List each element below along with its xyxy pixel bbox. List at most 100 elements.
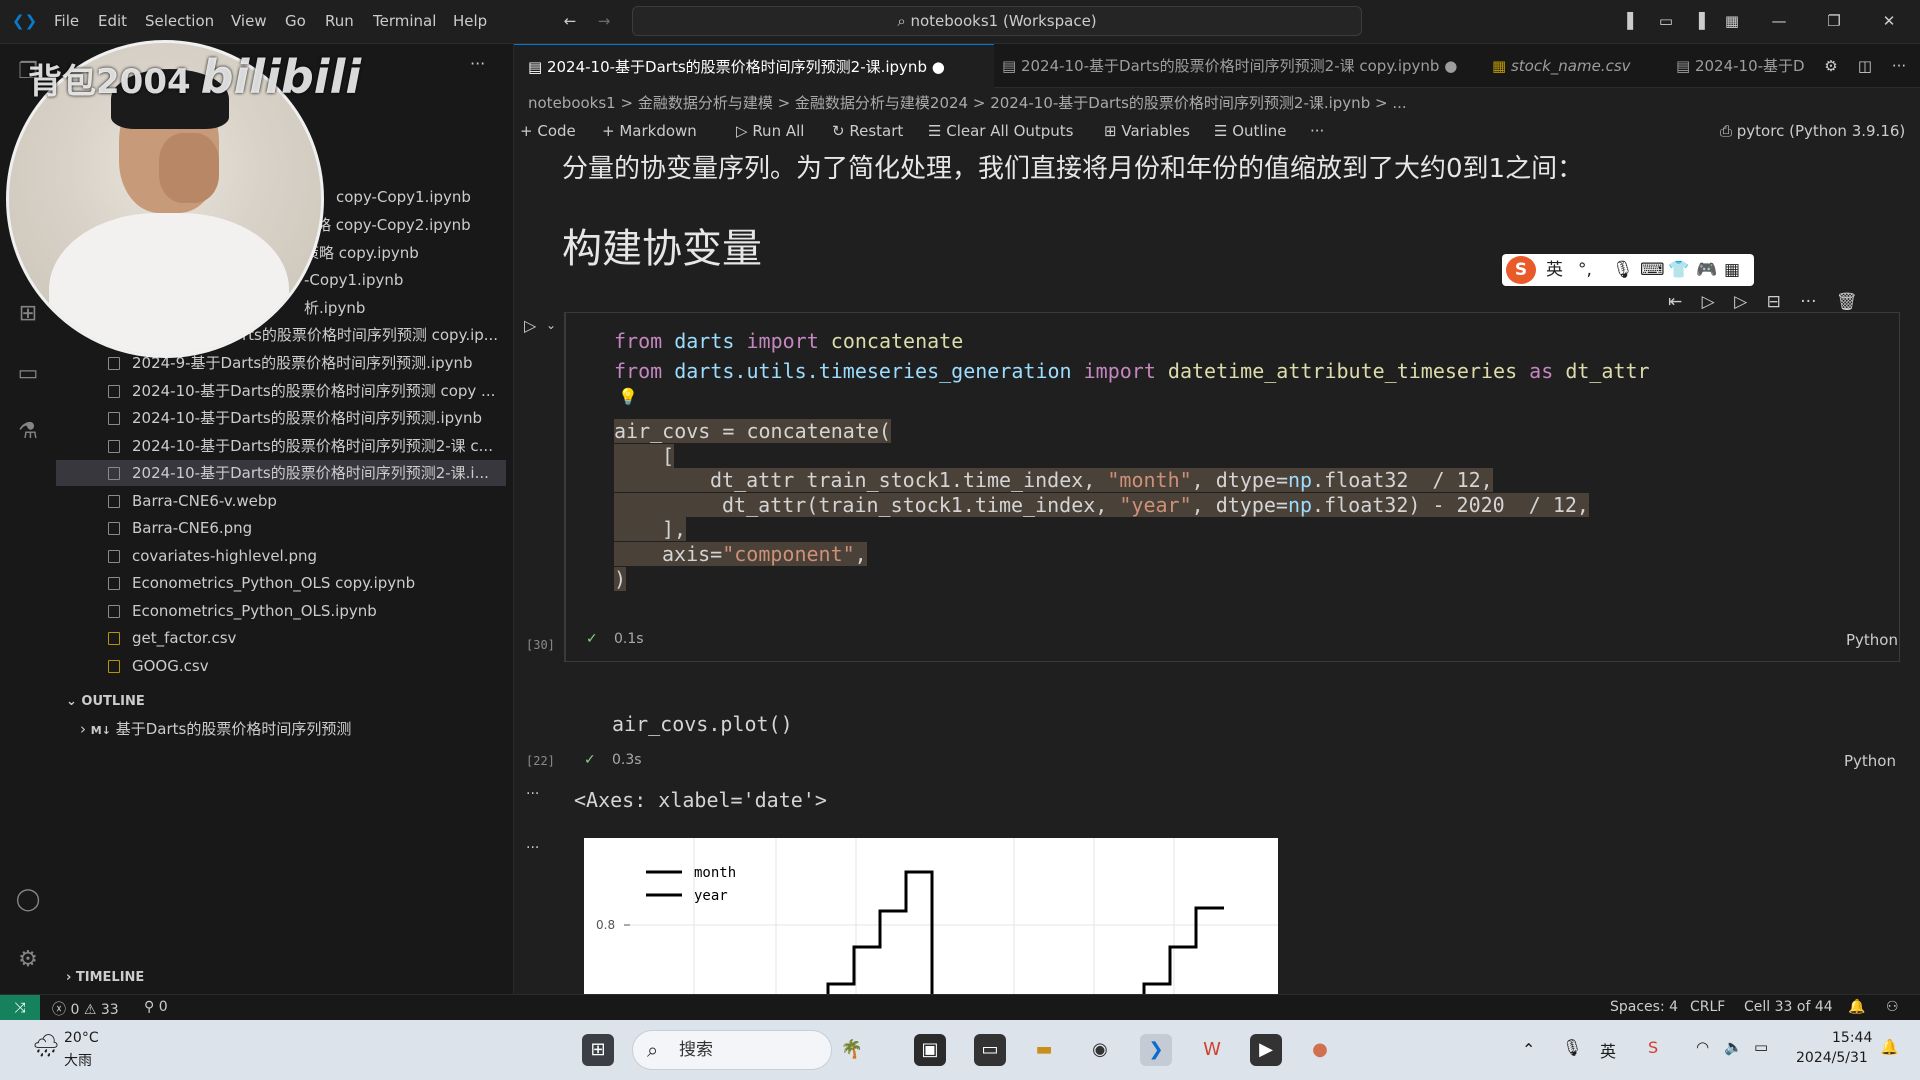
search-highlight-icon[interactable]: 🌴 (836, 1034, 868, 1066)
timeline-section-header[interactable]: › TIMELINE (66, 970, 144, 985)
menu-help[interactable]: Help (453, 12, 487, 30)
problems-indicator[interactable]: ⓧ 0 ⚠ 33 (52, 999, 119, 1019)
weather-description[interactable]: 大雨 (64, 1050, 92, 1070)
extensions-icon[interactable]: ⊞ (14, 300, 42, 328)
clear-all-outputs-button[interactable]: ☰ Clear All Outputs (928, 122, 1074, 140)
ime-punctuation[interactable]: °, (1578, 254, 1592, 286)
file-item[interactable]: GOOG.csv (56, 653, 506, 679)
menu-selection[interactable]: Selection (145, 12, 214, 30)
menu-run[interactable]: Run (325, 12, 354, 30)
toggle-secondary-sidebar-icon[interactable]: ▐ (1690, 12, 1708, 30)
close-icon[interactable]: ✕ (1880, 12, 1898, 30)
testing-icon[interactable]: ⚗ (14, 418, 42, 446)
gear-icon[interactable]: ⚙ (1822, 57, 1840, 75)
file-item[interactable]: 2024-10-基于Darts的股票价格时间序列预测2-课 c... (56, 433, 506, 459)
cell-more-icon[interactable]: ··· (1800, 292, 1816, 312)
media-app-icon[interactable]: ▶ (1250, 1034, 1282, 1066)
chevron-down-icon[interactable]: ⌄ (546, 318, 556, 332)
weather-temperature[interactable]: 20°C (64, 1030, 99, 1046)
customize-layout-icon[interactable]: ▦ (1723, 12, 1741, 30)
cell-language[interactable]: Python (1846, 631, 1898, 649)
add-markdown-cell-button[interactable]: + Markdown (602, 122, 697, 140)
volume-icon[interactable]: 🔈 (1724, 1038, 1743, 1056)
toolbar-more-button[interactable]: ··· (1310, 122, 1324, 140)
keyboard-icon[interactable]: ⌨ (1640, 254, 1665, 286)
terminal-app-icon[interactable]: ▭ (974, 1034, 1006, 1066)
chevron-up-icon[interactable]: ⌃ (1522, 1040, 1535, 1059)
menu-edit[interactable]: Edit (98, 12, 127, 30)
menu-view[interactable]: View (231, 12, 267, 30)
wifi-icon[interactable]: ◠ (1696, 1038, 1709, 1056)
indentation-status[interactable]: Spaces: 4 (1610, 999, 1678, 1015)
notification-center-icon[interactable]: 🔔 (1880, 1038, 1899, 1056)
cell-position-status[interactable]: Cell 33 of 44 (1744, 999, 1833, 1015)
run-all-button[interactable]: ▷ Run All (736, 122, 804, 140)
sogou-tray-icon[interactable]: S (1648, 1038, 1658, 1057)
tab-stock-name-csv[interactable]: ▦ stock_name.csv (1492, 44, 1631, 88)
file-item-selected[interactable]: 2024-10-基于Darts的股票价格时间序列预测2-课.i... (56, 460, 506, 486)
microphone-icon[interactable]: 🎙 (1612, 254, 1634, 286)
remote-indicator-icon[interactable]: ⤨ (0, 995, 40, 1021)
notifications-bell-icon[interactable]: 🔔 (1848, 999, 1865, 1015)
menu-file[interactable]: File (54, 12, 79, 30)
file-item[interactable]: Econometrics_Python_OLS.ipynb (56, 598, 506, 624)
output-more-icon[interactable]: ··· (526, 840, 539, 856)
execute-above-icon[interactable]: ⇤ (1668, 292, 1682, 312)
tab-notebook-truncated[interactable]: ▤ 2024-10-基于D (1676, 44, 1805, 88)
file-item[interactable]: Barra-CNE6-v.webp (56, 488, 506, 514)
toolbox-icon[interactable]: ▦ (1724, 254, 1740, 286)
delete-cell-icon[interactable]: 🗑 (1836, 292, 1858, 312)
ime-toolbar[interactable]: S 英 °, 🎙 ⌨ 👕 🎮 ▦ (1502, 254, 1754, 286)
more-actions-icon[interactable]: ··· (470, 54, 485, 73)
ports-indicator[interactable]: ⚲ 0 (144, 999, 168, 1015)
start-icon[interactable]: ⊞ (582, 1034, 614, 1066)
wps-app-icon[interactable]: W (1196, 1034, 1228, 1066)
minimize-icon[interactable]: — (1770, 12, 1788, 30)
account-icon[interactable]: ◯ (14, 886, 42, 914)
code-cell-active[interactable]: from darts import concatenate from darts… (564, 312, 1900, 662)
breadcrumb[interactable]: notebooks1 > 金融数据分析与建模 > 金融数据分析与建模2024 >… (528, 92, 1407, 113)
menu-terminal[interactable]: Terminal (373, 12, 436, 30)
vscode-app-icon[interactable]: ❯ (1140, 1034, 1172, 1066)
file-item[interactable]: covariates-highlevel.png (56, 543, 506, 569)
restart-button[interactable]: ↻ Restart (832, 122, 903, 140)
chrome-icon[interactable]: ◉ (1084, 1034, 1116, 1066)
outline-button[interactable]: ☰ Outline (1214, 122, 1286, 140)
task-view-icon[interactable]: ▣ (914, 1034, 946, 1066)
outline-section-header[interactable]: ⌄ OUTLINE (66, 694, 145, 709)
add-code-cell-button[interactable]: + Code (520, 122, 576, 140)
code-cell[interactable]: air_covs.plot() ✓ 0.3s Python (564, 692, 1900, 782)
menu-go[interactable]: Go (285, 12, 306, 30)
taskbar-search[interactable]: ⌕ 搜索 (632, 1030, 832, 1070)
ime-mode[interactable]: 英 (1546, 254, 1563, 286)
lightbulb-icon[interactable]: 💡 (618, 387, 638, 406)
run-cell-icon[interactable]: ▷ (524, 316, 536, 335)
eol-status[interactable]: CRLF (1690, 999, 1725, 1015)
output-more-icon[interactable]: ··· (526, 786, 539, 802)
tab-notebook-copy[interactable]: ▤ 2024-10-基于Darts的股票价格时间序列预测2-课 copy.ipy… (994, 44, 1457, 88)
clock-time[interactable]: 15:44 (1832, 1030, 1872, 1046)
execute-below-icon[interactable]: ▷ (1702, 292, 1715, 312)
kernel-picker[interactable]: ⎙ pytorc (Python 3.9.16) (1720, 122, 1905, 140)
command-center[interactable]: ⌕ notebooks1 (Workspace) (632, 6, 1362, 36)
variables-button[interactable]: ⊞ Variables (1104, 122, 1190, 140)
gamepad-icon[interactable]: 🎮 (1696, 254, 1717, 286)
file-item[interactable]: Barra-CNE6.png (56, 515, 506, 541)
file-explorer-icon[interactable]: ▬ (1028, 1034, 1060, 1066)
back-arrow-icon[interactable]: ← (561, 12, 579, 30)
toggle-sidebar-icon[interactable]: ▌ (1624, 12, 1642, 30)
clock-date[interactable]: 2024/5/31 (1796, 1050, 1868, 1066)
more-actions-icon[interactable]: ··· (1890, 57, 1908, 75)
toggle-panel-icon[interactable]: ▭ (1657, 12, 1675, 30)
cell-language[interactable]: Python (1844, 752, 1896, 770)
recorder-app-icon[interactable]: ● (1304, 1034, 1336, 1066)
tab-active-notebook[interactable]: ▤ 2024-10-基于Darts的股票价格时间序列预测2-课.ipynb ● (514, 44, 994, 88)
file-item[interactable]: 2024-10-基于Darts的股票价格时间序列预测.ipynb (56, 405, 506, 431)
microphone-icon[interactable]: 🎙 (1562, 1038, 1582, 1057)
file-item[interactable]: 2024-10-基于Darts的股票价格时间序列预测 copy ... (56, 378, 506, 404)
settings-gear-icon[interactable]: ⚙ (14, 946, 42, 974)
split-editor-icon[interactable]: ◫ (1856, 57, 1874, 75)
unsaved-dot-icon[interactable]: ● (1444, 57, 1457, 75)
file-item[interactable]: Econometrics_Python_OLS copy.ipynb (56, 570, 506, 596)
run-next-icon[interactable]: ▷ (1734, 292, 1747, 312)
